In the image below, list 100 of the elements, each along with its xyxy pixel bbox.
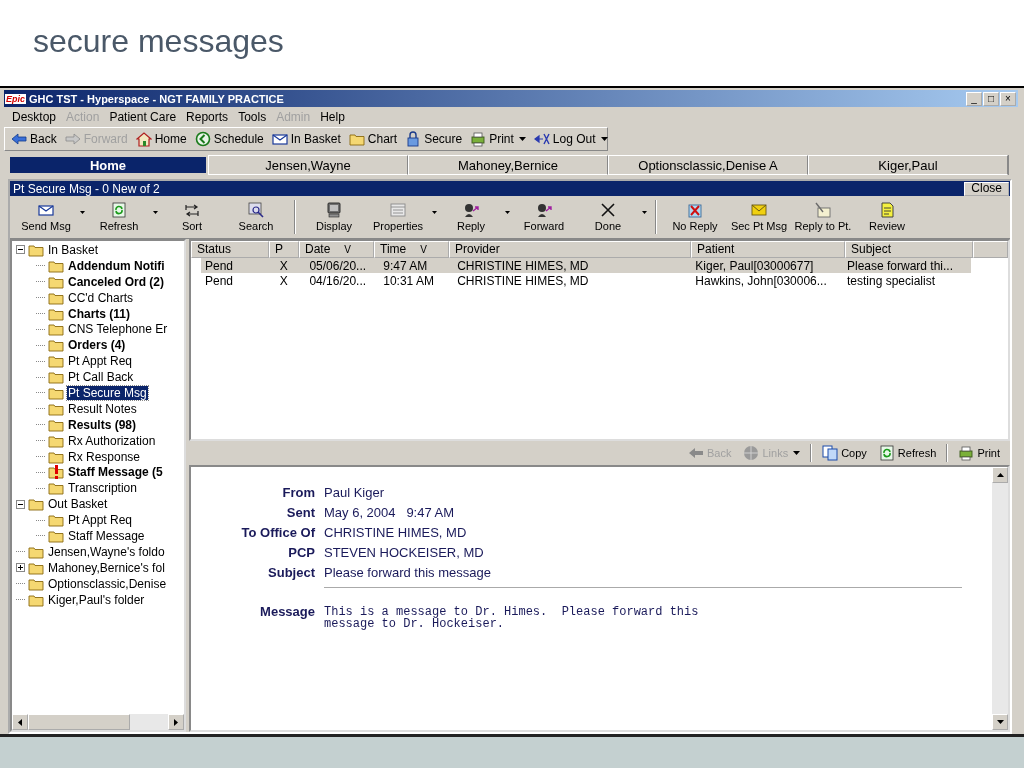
letter-icon (751, 202, 767, 218)
magnifier-icon (248, 202, 264, 218)
column-header[interactable]: Patient (691, 241, 845, 258)
folder-item[interactable]: Orders (4) (67, 338, 127, 353)
toolbar-button[interactable]: Secure (403, 131, 465, 147)
toolbar-button[interactable]: Sec Pt Msg (727, 202, 791, 232)
message-row[interactable]: Pend X 05/06/20... 9:47 AM CHRISTINE HIMES, MD Kiger, Paul[03000677] Please forward thi... (201, 258, 971, 273)
folder-item[interactable]: Staff Message (5 (67, 465, 164, 480)
folder-item[interactable]: Optionsclassic,Denise (47, 576, 168, 591)
patient-tab[interactable]: Optionsclassic,Denise A (608, 155, 808, 175)
toolbar-button[interactable]: Chart (346, 131, 400, 147)
patient-tab[interactable]: Jensen,Wayne (208, 155, 408, 175)
folder-item[interactable]: Out Basket (47, 497, 109, 512)
field-label: PCP (287, 545, 316, 560)
toolbar-button[interactable]: Done (576, 202, 649, 232)
column-header[interactable]: P (269, 241, 299, 258)
toolbar-button[interactable]: Reply to Pt. (791, 202, 855, 232)
pen-note-icon (815, 202, 831, 218)
close-button[interactable]: Close (964, 181, 1009, 196)
column-header[interactable]: Time V (374, 241, 449, 258)
toolbar-button[interactable]: Search (224, 202, 288, 232)
field-value: STEVEN HOCKEISER, MD (324, 545, 484, 560)
folder-item[interactable]: In Basket (47, 242, 100, 257)
menu-item[interactable]: Tools (238, 110, 267, 124)
toolbar-button[interactable]: Send Msg (14, 202, 87, 232)
scroll-down-button[interactable] (992, 714, 1008, 730)
caret-icon (80, 210, 85, 214)
column-header[interactable]: Status (191, 241, 269, 258)
table-cell-text: CHRISTINE HIMES, MD (456, 273, 590, 288)
toolbar-button[interactable]: Schedule (192, 131, 266, 147)
folder-icon (28, 496, 44, 513)
toolbar-button[interactable]: Copy (820, 445, 869, 461)
toolbar-button[interactable]: Forward (512, 202, 576, 232)
folder-item[interactable]: Rx Response (67, 449, 142, 464)
window-control-button[interactable]: □ (983, 91, 999, 106)
toolbar-button[interactable]: Properties (366, 202, 439, 232)
printer-icon (958, 445, 975, 461)
menu-item[interactable]: Desktop (12, 110, 57, 124)
folder-item[interactable]: Results (98) (67, 417, 138, 432)
scroll-up-button[interactable] (992, 467, 1008, 483)
toolbar-button[interactable]: Print (468, 131, 528, 147)
menu-item[interactable]: Patient Care (109, 110, 177, 124)
toolbar-button[interactable]: In Basket (269, 131, 343, 147)
toolbar-button[interactable]: Reply (439, 202, 512, 232)
toolbar-button[interactable]: Sort (160, 202, 224, 232)
toolbar-button[interactable]: Review (855, 202, 919, 232)
envelope-icon (38, 202, 54, 218)
patient-tab[interactable]: Kiger,Paul (808, 155, 1008, 175)
folder-item[interactable]: Result Notes (67, 401, 138, 416)
scroll-right-button[interactable] (168, 714, 184, 730)
window-control-button[interactable]: _ (966, 91, 982, 106)
folder-item[interactable]: CNS Telephone Er (67, 322, 169, 337)
folder-item[interactable]: CC'd Charts (67, 290, 134, 305)
back-arrow-icon (688, 445, 704, 461)
folder-item[interactable]: Transcription (67, 481, 138, 496)
menu-item[interactable]: Help (320, 110, 345, 124)
toolbar-button[interactable]: Home (133, 131, 189, 147)
toolbar-button[interactable]: Refresh (87, 202, 160, 232)
toolbar-button[interactable]: Log Out (531, 131, 610, 147)
column-header[interactable]: Provider (449, 241, 691, 258)
toolbar-button[interactable]: Back (9, 131, 59, 147)
folder-item[interactable]: Pt Appt Req (67, 513, 134, 528)
folder-item[interactable]: Pt Secure Msg (67, 385, 148, 400)
caret-icon (642, 210, 647, 214)
patient-tab[interactable]: Mahoney,Bernice (408, 155, 608, 175)
toolbar-button[interactable]: Refresh (876, 445, 939, 461)
column-header[interactable]: Subject (845, 241, 973, 258)
expander-icon[interactable] (16, 245, 25, 255)
folder-item[interactable]: Rx Authorization (67, 433, 157, 448)
folder-item[interactable]: Pt Appt Req (67, 354, 134, 369)
patient-tab[interactable]: Home (8, 155, 208, 175)
folder-item[interactable]: Jensen,Wayne's foldo (47, 544, 166, 559)
folder-item[interactable]: Canceled Ord (2) (67, 274, 166, 289)
message-row[interactable]: Pend X 04/16/20... 10:31 AM CHRISTINE HIMES, MD Hawkins, John[030006... testing specialist (201, 273, 971, 288)
column-header[interactable]: Date V (299, 241, 374, 258)
folder-icon (48, 353, 64, 370)
caret-icon (505, 210, 510, 214)
vertical-scrollbar[interactable] (992, 467, 1008, 730)
horizontal-scrollbar[interactable] (12, 714, 184, 730)
field-label: Subject (267, 565, 316, 580)
table-cell-text: Pend (204, 258, 235, 273)
folder-icon (48, 480, 64, 497)
toolbar-button[interactable]: No Reply (663, 202, 727, 232)
folder-item[interactable]: Addendum Notifi (67, 258, 166, 273)
left-arrow-icon (11, 131, 27, 147)
scroll-left-button[interactable] (12, 714, 28, 730)
printer-icon (470, 131, 487, 147)
menu-item[interactable]: Reports (186, 110, 229, 124)
folder-item[interactable]: Charts (11) (67, 306, 132, 321)
window-control-button[interactable]: × (1000, 91, 1016, 106)
expander-icon[interactable] (16, 499, 25, 509)
folder-item[interactable]: Mahoney,Bernice's fol (47, 560, 166, 575)
folder-item[interactable]: Kiger,Paul's folder (47, 592, 146, 607)
folder-item[interactable]: Staff Message (67, 528, 146, 543)
caret-icon (600, 137, 608, 141)
expander-icon[interactable] (16, 563, 25, 573)
folder-item[interactable]: Pt Call Back (67, 370, 135, 385)
toolbar-button[interactable]: Display (302, 202, 366, 232)
note-icon (879, 202, 895, 218)
toolbar-button[interactable]: Print (956, 445, 1002, 461)
